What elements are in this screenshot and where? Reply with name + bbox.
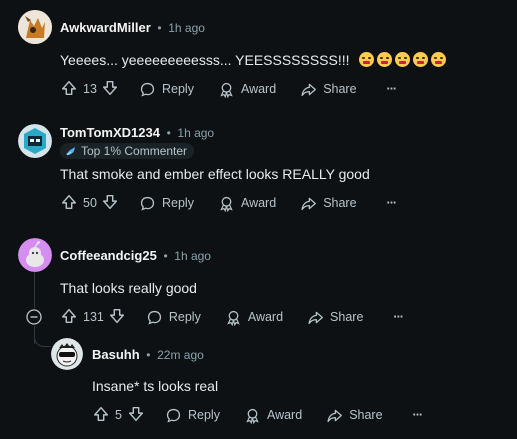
downvote-icon[interactable] — [101, 79, 119, 100]
comment-time: 22m ago — [157, 348, 204, 362]
reply-label: Reply — [162, 196, 194, 210]
avatar[interactable] — [51, 338, 83, 370]
comment-time: 1h ago — [168, 21, 205, 35]
upvote-icon[interactable] — [92, 405, 110, 426]
reply-button[interactable]: Reply — [165, 407, 220, 424]
award-button[interactable]: Award — [218, 195, 276, 212]
reply-icon — [140, 82, 155, 97]
reply-label: Reply — [188, 408, 220, 422]
more-options-button[interactable]: ··· — [393, 310, 403, 324]
comment-actions: 13 Reply Award Share ··· — [60, 78, 397, 100]
reply-button[interactable]: Reply — [139, 195, 194, 212]
comment-author[interactable]: Coffeeandcig25 • 1h ago — [60, 248, 211, 263]
separator: • — [157, 21, 162, 35]
comment-author[interactable]: Basuhh • 22m ago — [92, 347, 204, 362]
more-options-button[interactable]: ··· — [387, 82, 397, 96]
reply-label: Reply — [168, 310, 201, 324]
author-name[interactable]: TomTomXD1234 — [60, 125, 160, 140]
award-label: Award — [266, 408, 303, 422]
author-name[interactable]: AwkwardMiller — [60, 20, 151, 35]
more-options-button[interactable]: ··· — [413, 408, 423, 422]
reply-button[interactable]: Reply — [139, 81, 194, 98]
badge-label: Top 1% Commenter — [81, 144, 188, 158]
comment-time: 1h ago — [174, 249, 211, 263]
collapse-icon — [26, 309, 42, 325]
vote-count: 50 — [83, 196, 97, 210]
comment-time: 1h ago — [177, 126, 215, 140]
angry-emoji-icon — [413, 52, 429, 67]
comment-body: That smoke and ember effect looks REALLY… — [60, 166, 370, 182]
share-button[interactable]: Share — [326, 407, 383, 424]
top-commenter-icon — [66, 147, 75, 156]
award-icon — [227, 310, 240, 326]
reply-icon — [147, 310, 161, 325]
share-button[interactable]: Share — [300, 195, 357, 212]
comment-actions: 5 Reply Award Share ··· — [92, 404, 423, 426]
separator: • — [146, 348, 151, 362]
more-options-button[interactable]: ··· — [387, 196, 397, 210]
avatar[interactable] — [18, 124, 52, 158]
avatar[interactable] — [18, 238, 52, 272]
author-name[interactable]: Basuhh — [92, 347, 140, 362]
downvote-icon[interactable] — [108, 307, 126, 328]
award-icon — [246, 408, 259, 424]
thread-line — [34, 272, 35, 308]
share-icon — [327, 409, 343, 422]
share-button[interactable]: Share — [300, 81, 357, 98]
comment-body: Yeeees... yeeeeeeeeesss... YEESSSSSSSS!!… — [60, 52, 447, 68]
comment-author[interactable]: TomTomXD1234 • 1h ago — [60, 125, 214, 140]
top-commenter-badge[interactable]: Top 1% Commenter — [60, 143, 195, 159]
comment-body: Insane* ts looks real — [92, 378, 219, 394]
angry-emoji-icon — [359, 52, 375, 67]
award-button[interactable]: Award — [244, 407, 302, 424]
comment-body: That looks really good — [60, 280, 197, 296]
comment-text: Yeeees... yeeeeeeeeesss... YEESSSSSSSS!!… — [60, 52, 350, 68]
separator: • — [166, 126, 171, 140]
award-icon — [220, 82, 233, 98]
reply-label: Reply — [162, 82, 194, 96]
share-label: Share — [330, 310, 364, 324]
collapse-thread-button[interactable] — [26, 309, 42, 325]
reply-button[interactable]: Reply — [146, 309, 201, 326]
share-label: Share — [323, 196, 357, 210]
award-label: Award — [240, 82, 277, 96]
share-icon — [301, 197, 317, 210]
angry-emoji-icon — [431, 52, 447, 67]
award-label: Award — [247, 310, 284, 324]
share-button[interactable]: Share — [307, 309, 363, 326]
upvote-icon[interactable] — [60, 193, 78, 214]
award-label: Award — [240, 196, 277, 210]
share-label: Share — [323, 82, 357, 96]
reply-icon — [166, 408, 181, 423]
vote-count: 131 — [83, 310, 104, 324]
reply-icon — [140, 196, 155, 211]
angry-emoji-icon — [377, 52, 393, 67]
avatar[interactable] — [18, 10, 52, 44]
comment-actions: 131 Reply Award Share ··· — [60, 306, 404, 328]
vote-count: 5 — [115, 408, 122, 422]
comment-actions: 50 Reply Award Share ··· — [60, 192, 397, 214]
author-name[interactable]: Coffeeandcig25 — [60, 248, 157, 263]
share-icon — [308, 311, 323, 324]
separator: • — [163, 249, 168, 263]
upvote-icon[interactable] — [60, 307, 78, 328]
vote-count: 13 — [83, 82, 97, 96]
share-label: Share — [349, 408, 383, 422]
share-icon — [301, 83, 317, 96]
reply-connector-curve — [34, 326, 51, 347]
award-icon — [220, 196, 233, 212]
award-button[interactable]: Award — [218, 81, 276, 98]
comment-author[interactable]: AwkwardMiller • 1h ago — [60, 20, 205, 35]
upvote-icon[interactable] — [60, 79, 78, 100]
downvote-icon[interactable] — [127, 405, 145, 426]
award-button[interactable]: Award — [225, 309, 283, 326]
angry-emoji-icon — [395, 52, 411, 67]
downvote-icon[interactable] — [101, 193, 119, 214]
